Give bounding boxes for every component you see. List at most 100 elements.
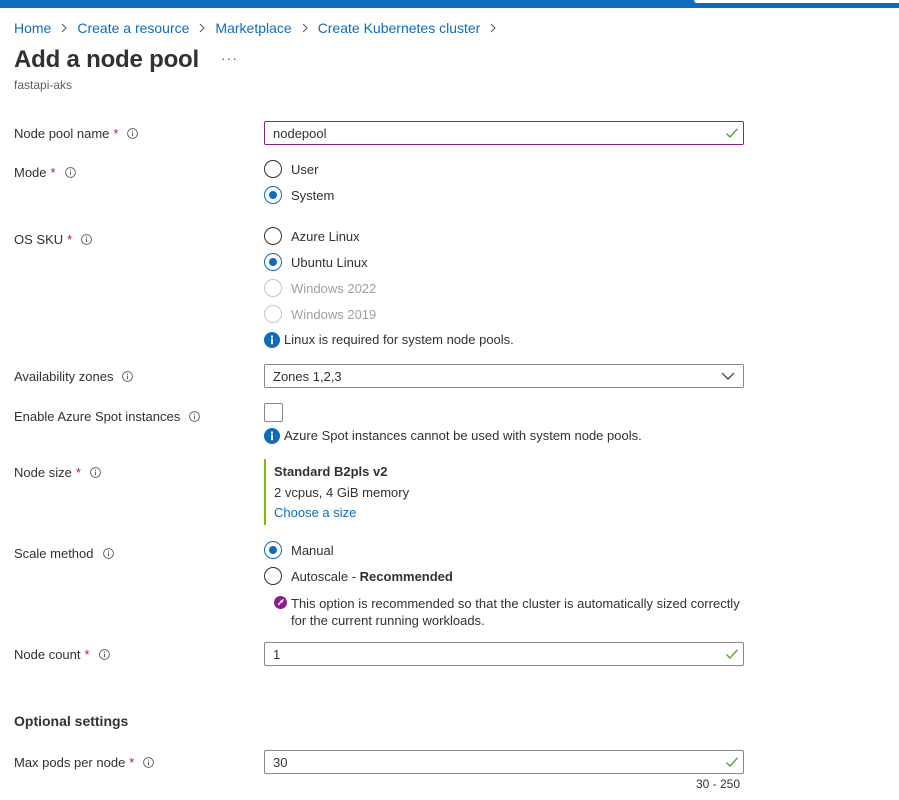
required-marker: * xyxy=(75,465,81,480)
os-windows-2019-radio: Windows 2019 xyxy=(264,305,376,323)
os-windows-2022-radio: Windows 2022 xyxy=(264,279,376,297)
availability-zones-dropdown[interactable]: Zones 1,2,3 xyxy=(264,364,744,388)
node-count-label: Node count * xyxy=(14,647,110,662)
scale-method-label: Scale method xyxy=(14,546,114,561)
label-text: Scale method xyxy=(14,546,94,561)
info-icon[interactable] xyxy=(143,757,155,768)
scale-autoscale-radio[interactable]: Autoscale - Recommended xyxy=(264,567,453,585)
radio-circle[interactable] xyxy=(264,160,282,178)
mode-system-radio[interactable]: System xyxy=(264,186,334,204)
breadcrumb-create-kubernetes[interactable]: Create Kubernetes cluster xyxy=(318,20,481,36)
label-text: Enable Azure Spot instances xyxy=(14,409,181,424)
node-size-spec: 2 vcpus, 4 GiB memory xyxy=(274,485,410,500)
radio-label: Azure Linux xyxy=(291,228,360,244)
checkmark-icon xyxy=(726,757,739,768)
required-marker: * xyxy=(129,755,135,770)
info-icon[interactable] xyxy=(102,548,114,559)
info-icon[interactable] xyxy=(64,167,76,178)
required-marker: * xyxy=(50,165,56,180)
label-text: Node pool name xyxy=(14,126,110,141)
info-icon[interactable] xyxy=(81,234,93,245)
chevron-down-icon xyxy=(721,372,735,380)
node-pool-name-value: nodepool xyxy=(273,126,327,141)
os-sku-note: Linux is required for system node pools. xyxy=(264,332,514,348)
os-ubuntu-linux-radio[interactable]: Ubuntu Linux xyxy=(264,253,368,271)
radio-label: Manual xyxy=(291,542,334,558)
recommended-text: Recommended xyxy=(359,568,453,584)
radio-circle[interactable] xyxy=(264,186,282,204)
radio-circle[interactable] xyxy=(264,253,282,271)
max-pods-value: 30 xyxy=(273,755,288,770)
chevron-right-icon xyxy=(58,22,70,34)
radio-label: Windows 2022 xyxy=(291,280,377,296)
checkmark-icon xyxy=(726,649,739,660)
radio-label: User xyxy=(291,161,319,177)
top-search-edge[interactable] xyxy=(694,0,899,3)
chevron-right-icon xyxy=(299,22,311,34)
os-sku-label: OS SKU * xyxy=(14,232,93,247)
radio-circle[interactable] xyxy=(264,227,282,245)
info-icon[interactable] xyxy=(189,411,201,422)
label-text: Max pods per node xyxy=(14,755,126,770)
more-options-button[interactable]: ··· xyxy=(221,51,238,65)
radio-label: Windows 2019 xyxy=(291,306,377,322)
info-icon[interactable] xyxy=(90,467,101,478)
radio-label: System xyxy=(291,187,335,203)
os-azure-linux-radio[interactable]: Azure Linux xyxy=(264,227,360,245)
node-count-value: 1 xyxy=(273,647,281,662)
breadcrumb-create-resource[interactable]: Create a resource xyxy=(77,20,189,36)
note-line-1: This option is recommended so that the c… xyxy=(291,596,740,611)
info-icon[interactable] xyxy=(127,128,139,139)
chevron-right-icon xyxy=(487,22,499,34)
label-text: Availability zones xyxy=(14,369,114,384)
label-text: Node count xyxy=(14,647,81,662)
note-text: Azure Spot instances cannot be used with… xyxy=(284,428,642,443)
node-pool-name-label: Node pool name * xyxy=(14,126,139,141)
label-text: Mode xyxy=(14,165,47,180)
node-pool-name-input[interactable]: nodepool xyxy=(264,121,744,145)
spot-instances-label: Enable Azure Spot instances xyxy=(14,409,201,424)
autoscale-text: Autoscale - xyxy=(291,568,360,584)
required-marker: * xyxy=(67,232,73,247)
info-icon[interactable] xyxy=(122,371,134,382)
mode-user-radio[interactable]: User xyxy=(264,160,318,178)
radio-circle[interactable] xyxy=(264,541,282,559)
mode-label: Mode * xyxy=(14,165,76,180)
autoscale-recommendation-note: This option is recommended so that the c… xyxy=(274,595,740,629)
spot-note: Azure Spot instances cannot be used with… xyxy=(264,428,642,444)
max-pods-range-hint: 30 - 250 xyxy=(696,777,741,791)
required-marker: * xyxy=(113,126,119,141)
dropdown-value: Zones 1,2,3 xyxy=(273,369,342,384)
breadcrumb-home[interactable]: Home xyxy=(14,20,51,36)
chevron-right-icon xyxy=(196,22,208,34)
page-title: Add a node pool xyxy=(14,46,199,73)
spot-instances-checkbox[interactable] xyxy=(264,403,283,422)
info-filled-icon xyxy=(264,332,280,348)
label-text: Node size xyxy=(14,465,72,480)
max-pods-input[interactable]: 30 xyxy=(264,750,744,774)
radio-circle xyxy=(264,305,282,323)
node-count-input[interactable]: 1 xyxy=(264,642,744,666)
choose-size-link[interactable]: Choose a size xyxy=(274,505,356,520)
breadcrumb: Home Create a resource Marketplace Creat… xyxy=(14,19,506,37)
label-text: OS SKU xyxy=(14,232,64,247)
max-pods-label: Max pods per node * xyxy=(14,755,155,770)
required-marker: * xyxy=(84,647,90,662)
info-filled-icon xyxy=(264,428,280,444)
radio-label: Ubuntu Linux xyxy=(291,254,368,270)
node-size-summary: Standard B2pls v2 2 vcpus, 4 GiB memory … xyxy=(264,459,466,525)
scale-manual-radio[interactable]: Manual xyxy=(264,541,334,559)
rocket-icon xyxy=(274,596,287,609)
radio-label: Autoscale - Recommended xyxy=(291,569,453,584)
breadcrumb-marketplace[interactable]: Marketplace xyxy=(215,20,291,36)
availability-zones-label: Availability zones xyxy=(14,369,134,384)
node-size-label: Node size * xyxy=(14,465,101,480)
radio-circle xyxy=(264,279,282,297)
note-text: This option is recommended so that the c… xyxy=(291,595,740,629)
page-subtitle: fastapi-aks xyxy=(14,78,73,92)
checkmark-icon xyxy=(726,128,739,139)
info-icon[interactable] xyxy=(98,649,110,660)
optional-settings-heading: Optional settings xyxy=(14,713,129,729)
node-size-name: Standard B2pls v2 xyxy=(274,464,388,479)
radio-circle[interactable] xyxy=(264,567,282,585)
